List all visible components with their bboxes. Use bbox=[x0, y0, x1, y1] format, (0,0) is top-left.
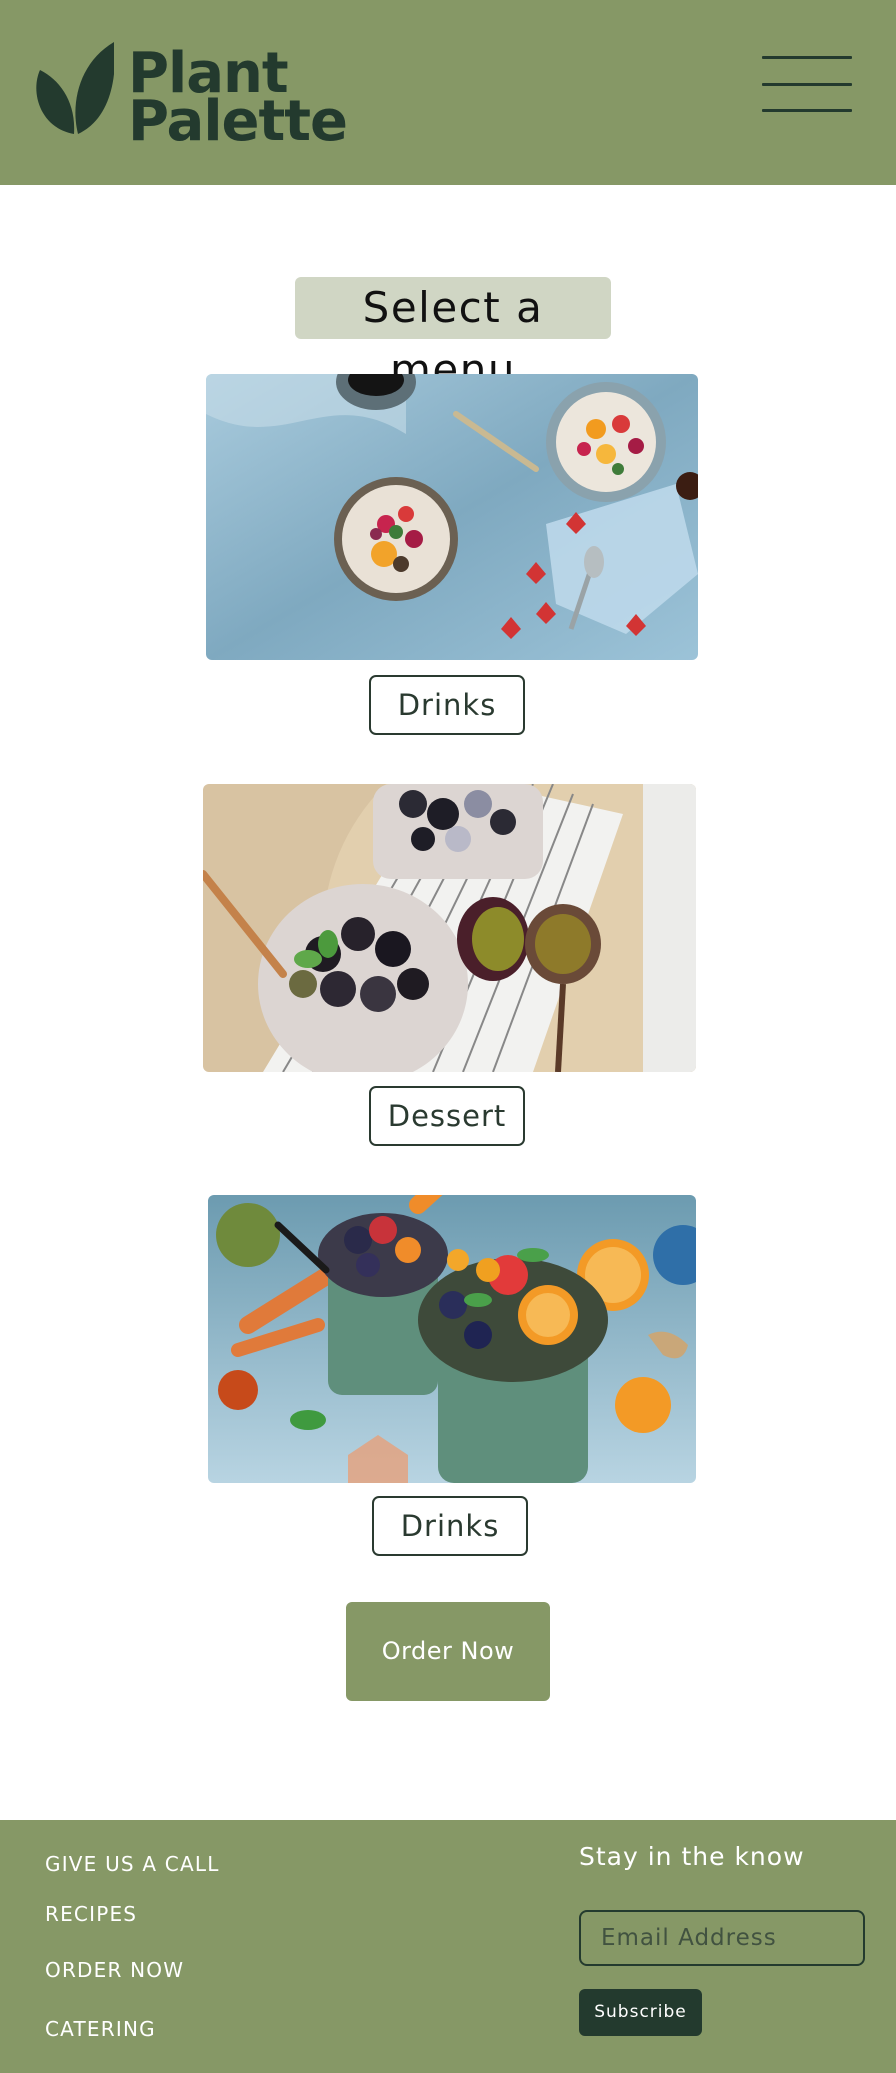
menu-card-button-drinks-2[interactable]: Drinks bbox=[372, 1496, 528, 1556]
order-now-button[interactable]: Order Now bbox=[346, 1602, 550, 1701]
newsletter-title: Stay in the know bbox=[579, 1842, 805, 1871]
footer-link-call[interactable]: GIVE US A CALL bbox=[45, 1852, 220, 1876]
menu-image-smoothies[interactable] bbox=[208, 1195, 696, 1483]
subscribe-button[interactable]: Subscribe bbox=[579, 1989, 702, 2036]
site-header: Plant Palette bbox=[0, 0, 896, 185]
footer-link-recipes[interactable]: RECIPES bbox=[45, 1902, 137, 1926]
brand-name: Plant Palette bbox=[128, 46, 348, 154]
footer-link-catering[interactable]: CATERING bbox=[45, 2017, 156, 2041]
footer-link-order[interactable]: ORDER NOW bbox=[45, 1958, 184, 1982]
leaf-icon bbox=[36, 42, 114, 134]
menu-card-button-dessert[interactable]: Dessert bbox=[369, 1086, 525, 1146]
hamburger-icon[interactable] bbox=[762, 56, 852, 114]
brand-logo[interactable]: Plant Palette bbox=[34, 42, 348, 154]
email-field[interactable] bbox=[579, 1910, 865, 1966]
page-title: Select a menu bbox=[295, 277, 611, 394]
site-footer: GIVE US A CALL RECIPES ORDER NOW CATERIN… bbox=[0, 1820, 896, 2073]
brand-line-2: Palette bbox=[128, 89, 348, 154]
menu-image-bowls[interactable] bbox=[206, 374, 698, 660]
menu-image-dessert[interactable] bbox=[203, 784, 696, 1072]
menu-card-button-drinks[interactable]: Drinks bbox=[369, 675, 525, 735]
